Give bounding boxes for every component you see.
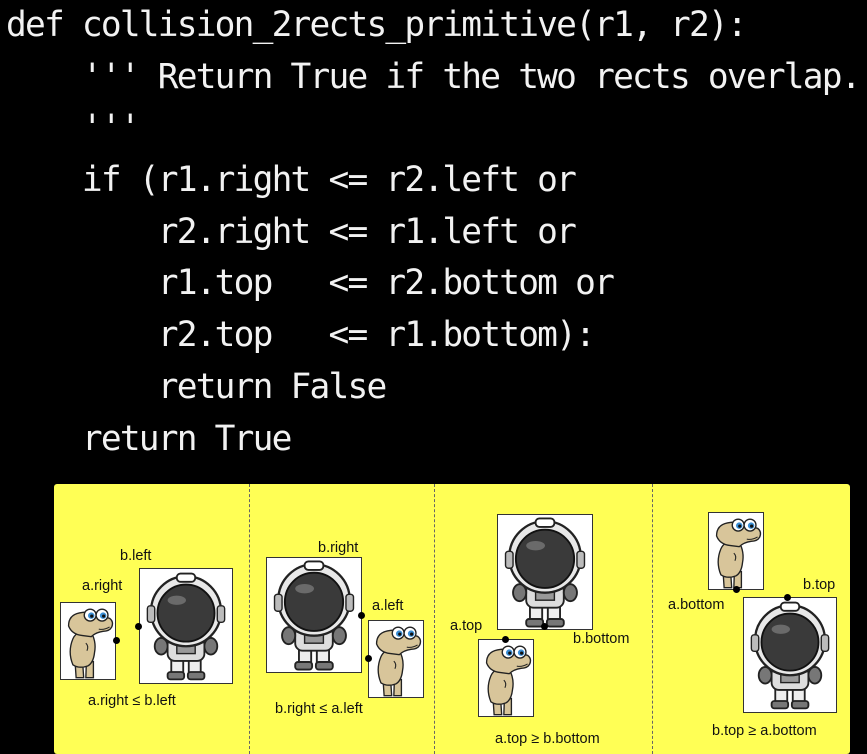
label-b-left: b.left [120, 548, 152, 564]
case-divider [249, 484, 250, 754]
edge-point [113, 637, 120, 644]
edge-point [541, 623, 548, 630]
case-divider [434, 484, 435, 754]
code-line: return False [6, 366, 387, 407]
rect-a-dino [60, 602, 116, 680]
label-a-left: a.left [372, 598, 404, 614]
rect-b-astronaut [139, 568, 233, 684]
rect-b-astronaut [266, 557, 362, 673]
collision-diagram: b.left a.right a.right ≤ b.left b.right … [54, 484, 850, 754]
condition-label: a.right ≤ b.left [88, 693, 176, 709]
rect-a-dino [478, 639, 534, 717]
edge-point [502, 636, 509, 643]
label-b-bottom: b.bottom [573, 631, 630, 647]
code-line: if (r1.right <= r2.left or [6, 160, 577, 201]
edge-point [358, 612, 365, 619]
condition-label: b.right ≤ a.left [275, 701, 363, 717]
label-a-bottom: a.bottom [668, 597, 725, 613]
condition-label: b.top ≥ a.bottom [712, 723, 817, 739]
label-a-right: a.right [82, 578, 123, 594]
condition-label: a.top ≥ b.bottom [495, 731, 600, 747]
code-line: return True [6, 418, 292, 459]
label-b-right: b.right [318, 540, 359, 556]
edge-point [135, 623, 142, 630]
edge-point [733, 586, 740, 593]
rect-a-dino [368, 620, 424, 698]
rect-b-astronaut [497, 514, 593, 630]
label-b-top: b.top [803, 577, 836, 593]
code-line: r1.top <= r2.bottom or [6, 263, 615, 304]
rect-a-dino [708, 512, 764, 590]
edge-point [784, 594, 791, 601]
code-block: def collision_2rects_primitive(r1, r2): … [6, 0, 862, 465]
edge-point [365, 655, 372, 662]
code-line: r2.top <= r1.bottom): [6, 315, 596, 356]
code-line: ''' [6, 108, 141, 149]
code-line: ''' Return True if the two rects overlap… [6, 56, 862, 97]
label-a-top: a.top [450, 618, 483, 634]
code-line: def collision_2rects_primitive(r1, r2): [6, 5, 748, 45]
code-line: r2.right <= r1.left or [6, 211, 577, 252]
rect-b-astronaut [743, 597, 837, 713]
case-divider [652, 484, 653, 754]
